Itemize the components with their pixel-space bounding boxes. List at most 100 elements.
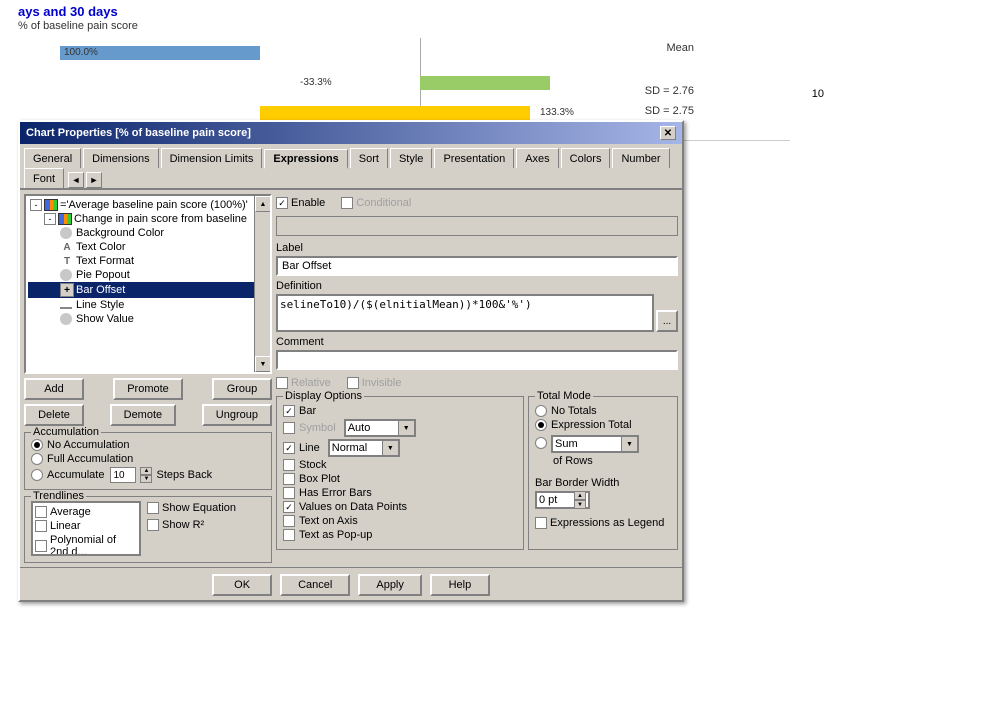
tree-item-2[interactable]: Background Color [28, 226, 268, 240]
show-r2-checkbox[interactable] [147, 519, 159, 531]
no-accumulation-radio-btn[interactable] [31, 439, 43, 451]
line-arrow[interactable]: ▼ [382, 441, 398, 455]
text-popup-row[interactable]: Text as Pop-up [283, 529, 517, 541]
line-row[interactable]: Line Normal ▼ [283, 439, 517, 457]
tab-sort[interactable]: Sort [350, 148, 388, 168]
no-totals-radio-btn[interactable] [535, 405, 547, 417]
tab-nav-left[interactable]: ◄ [68, 172, 84, 188]
poly-checkbox[interactable] [35, 540, 47, 552]
ungroup-button[interactable]: Ungroup [202, 404, 272, 426]
full-accumulation-radio[interactable]: Full Accumulation [31, 453, 265, 465]
symbol-row[interactable]: Symbol Auto ▼ [283, 419, 517, 437]
text-axis-checkbox[interactable] [283, 515, 295, 527]
stock-checkbox[interactable] [283, 459, 295, 471]
show-equation-item[interactable]: Show Equation [147, 502, 236, 514]
tree-item-5[interactable]: Pie Popout [28, 268, 268, 282]
tree-scrollbar[interactable]: ▲ ▼ [254, 196, 270, 372]
linear-checkbox[interactable] [35, 520, 47, 532]
expr-legend-checkbox[interactable] [535, 517, 547, 529]
text-popup-checkbox[interactable] [283, 529, 295, 541]
average-checkbox[interactable] [35, 506, 47, 518]
box-plot-checkbox[interactable] [283, 473, 295, 485]
apply-button[interactable]: Apply [358, 574, 422, 596]
enable-item[interactable]: Enable [276, 197, 325, 209]
sum-combo[interactable]: Sum ▼ [551, 435, 639, 453]
trend-list-item-2[interactable]: Polynomial of 2nd d... [35, 533, 137, 556]
tree-item-6[interactable]: + Bar Offset [28, 282, 268, 298]
invisible-checkbox[interactable] [347, 377, 359, 389]
sum-radio-btn[interactable] [535, 437, 547, 449]
values-dp-row[interactable]: Values on Data Points [283, 501, 517, 513]
comment-input[interactable] [276, 350, 678, 370]
sum-arrow[interactable]: ▼ [621, 437, 637, 451]
ok-button[interactable]: OK [212, 574, 272, 596]
delete-button[interactable]: Delete [24, 404, 84, 426]
box-plot-row[interactable]: Box Plot [283, 473, 517, 485]
tab-dimension-limits[interactable]: Dimension Limits [161, 148, 263, 168]
scroll-up-btn[interactable]: ▲ [255, 196, 271, 212]
tree-item-3[interactable]: A Text Color [28, 240, 268, 254]
accumulate-radio-btn[interactable] [31, 469, 43, 481]
bar-row[interactable]: Bar [283, 405, 517, 417]
stock-row[interactable]: Stock [283, 459, 517, 471]
expr-legend-item[interactable]: Expressions as Legend [535, 517, 671, 529]
line-combo[interactable]: Normal ▼ [328, 439, 400, 457]
tab-colors[interactable]: Colors [561, 148, 611, 168]
full-accumulation-radio-btn[interactable] [31, 453, 43, 465]
close-button[interactable]: ✕ [660, 126, 676, 140]
conditional-checkbox[interactable] [341, 197, 353, 209]
tab-style[interactable]: Style [390, 148, 432, 168]
tab-expressions[interactable]: Expressions [264, 149, 347, 169]
tab-number[interactable]: Number [612, 148, 669, 168]
bar-border-input[interactable]: 0 pt ▲ ▼ [535, 491, 590, 509]
sum-radio[interactable]: Sum ▼ [535, 433, 671, 453]
show-r2-item[interactable]: Show R² [147, 519, 236, 531]
bar-border-down[interactable]: ▼ [574, 500, 586, 509]
relative-item[interactable]: Relative [276, 377, 331, 389]
expression-total-radio-btn[interactable] [535, 419, 547, 431]
relative-checkbox[interactable] [276, 377, 288, 389]
expression-total-radio[interactable]: Expression Total [535, 419, 671, 431]
steps-spinner[interactable]: ▲ ▼ [140, 467, 152, 483]
show-equation-checkbox[interactable] [147, 502, 159, 514]
bar-border-up[interactable]: ▲ [574, 491, 586, 500]
text-axis-row[interactable]: Text on Axis [283, 515, 517, 527]
tab-axes[interactable]: Axes [516, 148, 558, 168]
tree-item-8[interactable]: Show Value [28, 312, 268, 326]
demote-button[interactable]: Demote [110, 404, 177, 426]
enable-checkbox[interactable] [276, 197, 288, 209]
bar-checkbox[interactable] [283, 405, 295, 417]
group-button[interactable]: Group [212, 378, 272, 400]
promote-button[interactable]: Promote [113, 378, 183, 400]
tree-item-0[interactable]: - ='Average baseline pain score (100%)' [28, 198, 268, 212]
invisible-item[interactable]: Invisible [347, 377, 402, 389]
tab-dimensions[interactable]: Dimensions [83, 148, 158, 168]
steps-up-btn[interactable]: ▲ [140, 467, 152, 475]
trend-list-item-0[interactable]: Average [35, 505, 137, 519]
no-accumulation-radio[interactable]: No Accumulation [31, 439, 265, 451]
values-dp-checkbox[interactable] [283, 501, 295, 513]
definition-textarea[interactable] [276, 294, 654, 332]
tab-font[interactable]: Font [24, 168, 64, 188]
tab-nav-right[interactable]: ► [86, 172, 102, 188]
tree-item-4[interactable]: T Text Format [28, 254, 268, 268]
symbol-combo[interactable]: Auto ▼ [344, 419, 416, 437]
error-bars-row[interactable]: Has Error Bars [283, 487, 517, 499]
scroll-down-btn[interactable]: ▼ [255, 356, 271, 372]
conditional-item[interactable]: Conditional [341, 197, 411, 209]
tree-expand-1[interactable]: - [44, 213, 56, 225]
tab-presentation[interactable]: Presentation [434, 148, 514, 168]
cancel-button[interactable]: Cancel [280, 574, 350, 596]
error-bars-checkbox[interactable] [283, 487, 295, 499]
line-checkbox[interactable] [283, 442, 295, 454]
help-button[interactable]: Help [430, 574, 490, 596]
definition-ellipsis-btn[interactable]: ... [656, 310, 678, 332]
tree-item-7[interactable]: Line Style [28, 298, 268, 312]
no-totals-radio[interactable]: No Totals [535, 405, 671, 417]
symbol-arrow[interactable]: ▼ [398, 421, 414, 435]
bar-border-spinner[interactable]: ▲ ▼ [574, 491, 586, 509]
tree-item-1[interactable]: - Change in pain score from baseline [28, 212, 268, 226]
steps-input[interactable]: 10 [110, 467, 136, 483]
tab-general[interactable]: General [24, 148, 81, 168]
add-button[interactable]: Add [24, 378, 84, 400]
